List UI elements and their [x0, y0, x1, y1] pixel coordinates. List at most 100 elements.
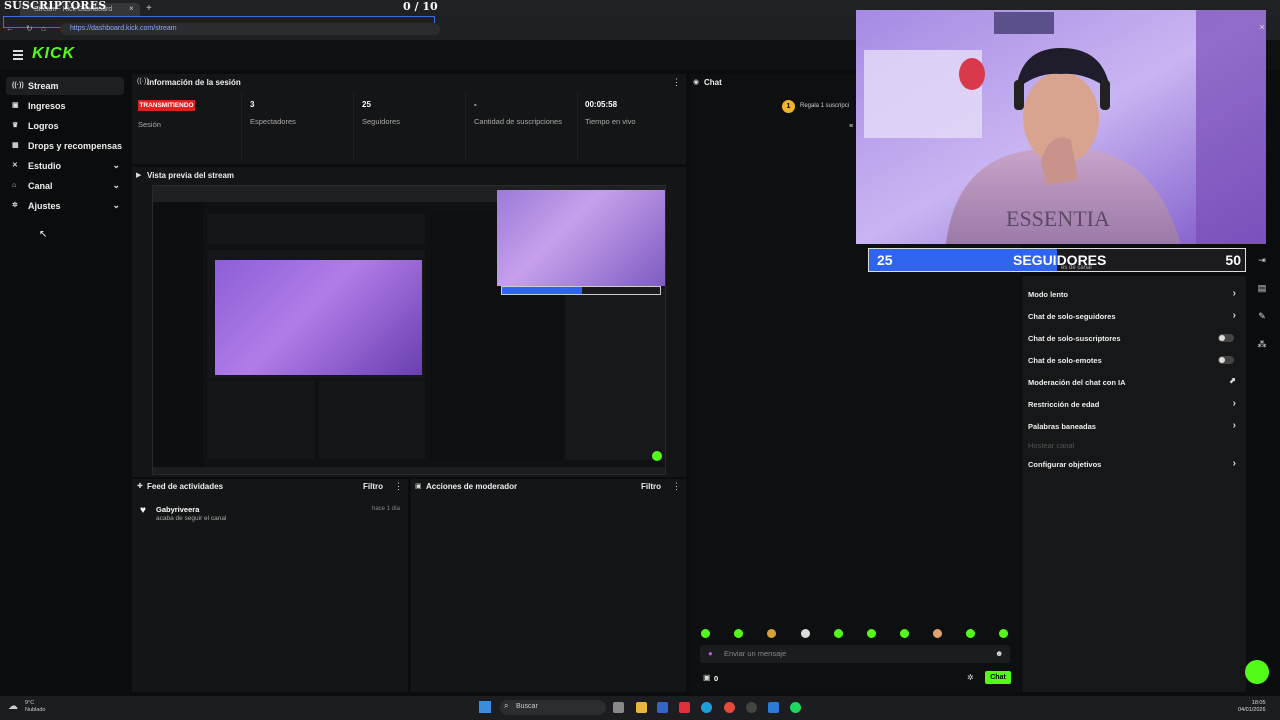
menu-item-banned-words[interactable]: Palabras baneadas › — [1028, 417, 1240, 435]
chevron-right-icon: › — [1232, 310, 1236, 321]
emote-icon[interactable] — [701, 629, 710, 638]
activity-filter-button[interactable]: Filtro — [363, 482, 383, 491]
live-time-value: 00:05:58 — [585, 100, 618, 109]
spotify-icon[interactable] — [790, 702, 801, 713]
chat-message-input[interactable]: Enviar un mensaje — [700, 645, 1010, 663]
moderator-filter-button[interactable]: Filtro — [641, 482, 661, 491]
users-icon[interactable]: ⁂ — [1256, 339, 1268, 351]
wrench-icon[interactable]: ✎ — [1256, 311, 1268, 323]
menu-item-age-restriction[interactable]: Restricción de edad › — [1028, 395, 1240, 413]
home-icon[interactable]: ⌂ — [41, 24, 46, 33]
divider — [241, 94, 242, 160]
emotes-only-toggle[interactable] — [1218, 356, 1234, 364]
sidebar-item-label: Estudio — [28, 161, 61, 171]
subs-value: - — [474, 100, 477, 109]
trophy-icon: ♛ — [12, 122, 19, 129]
subscribers-only-toggle[interactable] — [1218, 334, 1234, 342]
activity-feed-title: Feed de actividades — [147, 482, 224, 491]
emote-icon[interactable] — [999, 629, 1008, 638]
more-options-icon[interactable]: ⋮ — [672, 481, 681, 492]
sidebar-item-label: Drops y recompensas — [28, 141, 123, 151]
svg-text:ESSENTIA: ESSENTIA — [1006, 206, 1110, 231]
gift-sub-text[interactable]: Regala 1 suscripci — [800, 103, 849, 109]
sidebar-item-label: Ingresos — [28, 101, 66, 111]
preview-webcam — [497, 190, 665, 286]
emote-icon[interactable] — [801, 629, 810, 638]
menu-item-subscribers-only[interactable]: Chat de solo-suscriptores — [1028, 329, 1240, 347]
activity-username[interactable]: Gabyriveera — [156, 505, 199, 514]
sidebar-item-logros[interactable]: ♛ Logros — [6, 117, 124, 135]
weather-widget[interactable]: 9°C Nublado — [25, 700, 46, 714]
stream-preview-video[interactable] — [152, 185, 666, 475]
menu-item-label: Moderación del chat con IA — [1028, 377, 1126, 387]
edge-browser-icon[interactable] — [701, 702, 712, 713]
gift-icon: ▦ — [12, 142, 19, 149]
shield-icon: ▣ — [415, 483, 422, 490]
chat-send-button[interactable]: Chat — [985, 671, 1011, 684]
hamburger-menu-icon[interactable] — [13, 50, 23, 60]
task-view-icon[interactable] — [613, 702, 624, 713]
points-value: 0 — [714, 674, 719, 683]
emote-icon[interactable] — [834, 629, 843, 638]
menu-item-label: Hostear canal — [1028, 440, 1075, 450]
close-panel-icon[interactable]: × — [1256, 22, 1268, 34]
sidebar-item-label: Canal — [28, 181, 53, 191]
more-options-icon[interactable]: ⋮ — [394, 481, 403, 492]
sidebar-item-estudio[interactable]: ✕ Estudio ⌄ — [6, 157, 124, 175]
collapse-icon[interactable]: ⇥ — [1256, 255, 1268, 267]
chevron-right-icon: › — [1232, 288, 1236, 299]
webcam-image: ESSENTIA — [856, 10, 1266, 244]
sidebar-item-drops[interactable]: ▦ Drops y recompensas — [6, 137, 124, 155]
activity-time: hace 1 día — [372, 506, 401, 512]
weather-text: Nublado — [25, 707, 46, 713]
menu-item-slow-mode[interactable]: Modo lento › — [1028, 285, 1240, 303]
obs-icon[interactable] — [746, 702, 757, 713]
chrome-icon[interactable] — [724, 702, 735, 713]
chat-settings-gear-icon[interactable]: ✲ — [967, 673, 974, 682]
money-icon: ▣ — [12, 102, 19, 109]
emote-icon[interactable] — [734, 629, 743, 638]
layout-icon[interactable]: ▤ — [1256, 283, 1268, 295]
sidebar-item-label: Stream — [28, 81, 59, 91]
sidebar-item-stream[interactable]: ((·)) Stream — [6, 77, 124, 95]
more-options-icon[interactable]: ⋮ — [672, 77, 681, 88]
reload-icon[interactable]: ↻ — [26, 24, 33, 33]
preview-help — [652, 451, 662, 461]
sidebar-item-ajustes[interactable]: ✲ Ajustes ⌄ — [6, 197, 124, 215]
windows-start-icon[interactable] — [479, 701, 491, 713]
new-tab-icon[interactable]: + — [146, 3, 152, 14]
file-explorer-icon[interactable] — [636, 702, 647, 713]
status-badge: TRANSMITIENDO — [138, 100, 195, 111]
subs-label: Cantidad de suscripciones — [474, 117, 562, 126]
emote-icon[interactable] — [966, 629, 975, 638]
chevron-down-icon: ⌄ — [112, 160, 120, 170]
back-icon[interactable]: ← — [6, 24, 14, 33]
menu-item-configure-goals[interactable]: Configurar objetivos › — [1028, 455, 1240, 473]
app-icon[interactable] — [679, 702, 690, 713]
filter-lines-icon[interactable]: ≡ — [849, 123, 853, 130]
emote-icon[interactable] — [867, 629, 876, 638]
emote-icon[interactable] — [767, 629, 776, 638]
app-icon[interactable] — [768, 702, 779, 713]
menu-item-followers-only[interactable]: Chat de solo-seguidores › — [1028, 307, 1240, 325]
sidebar-item-label: Ajustes — [28, 201, 61, 211]
taskbar-clock[interactable]: 18:05 04/01/2026 — [1238, 700, 1266, 714]
chat-settings-menu: Modo lento › Chat de solo-seguidores › C… — [1022, 276, 1246, 692]
emote-icon[interactable] — [900, 629, 909, 638]
kick-logo[interactable]: KICK — [32, 45, 75, 63]
menu-item-emotes-only[interactable]: Chat de solo-emotes — [1028, 351, 1240, 369]
taskbar-search[interactable]: Buscar — [500, 700, 606, 715]
emote-icon[interactable] — [933, 629, 942, 638]
emoji-icon[interactable]: ☻ — [995, 649, 1003, 658]
mic-icon: ● — [708, 649, 713, 658]
sidebar-item-ingresos[interactable]: ▣ Ingresos — [6, 97, 124, 115]
app-icon[interactable] — [657, 702, 668, 713]
viewers-value: 3 — [250, 100, 255, 109]
url-bar[interactable]: https://dashboard.kick.com/stream — [60, 23, 440, 35]
help-chat-button[interactable] — [1245, 660, 1269, 684]
menu-item-ai-moderation[interactable]: Moderación del chat con IA ⬈ — [1028, 373, 1240, 391]
chat-title: Chat — [704, 78, 722, 87]
sidebar-item-canal[interactable]: ⌂ Canal ⌄ — [6, 177, 124, 195]
close-tab-icon[interactable]: × — [129, 4, 134, 13]
chat-icon: ◉ — [693, 79, 700, 86]
